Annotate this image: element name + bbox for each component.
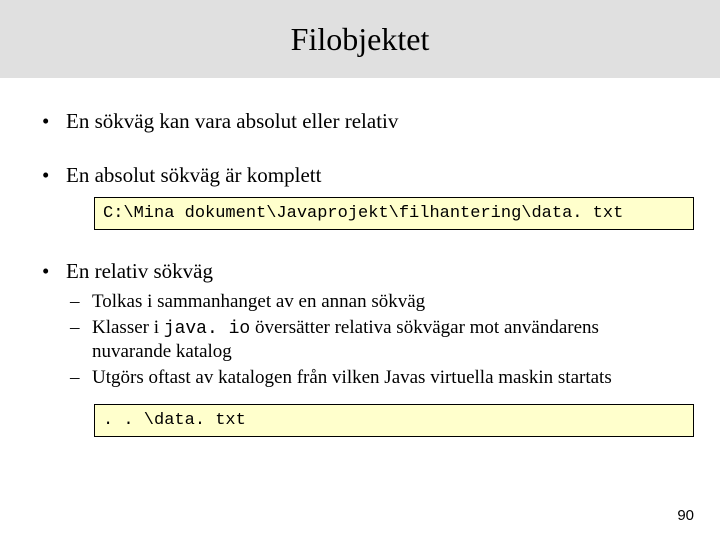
sub-text-3: Utgörs oftast av katalogen från vilken J…: [92, 367, 612, 388]
sub-bullet-list: Tolkas i sammanhanget av en annan sökväg…: [66, 290, 682, 390]
sub-item-1: Tolkas i sammanhanget av en annan sökväg: [66, 290, 682, 314]
bullet-list: En sökväg kan vara absolut eller relativ…: [38, 108, 682, 437]
title-band: Filobjektet: [0, 0, 720, 78]
sub-item-2: Klasser i java. io översätter relativa s…: [66, 316, 682, 364]
bullet-text-2: En absolut sökväg är komplett: [66, 163, 321, 187]
bullet-item-2: En absolut sökväg är komplett C:\Mina do…: [38, 162, 682, 230]
slide-content: En sökväg kan vara absolut eller relativ…: [0, 78, 720, 437]
bullet-text-1: En sökväg kan vara absolut eller relativ: [66, 109, 398, 133]
sub-text-2a: Klasser i: [92, 317, 164, 338]
sub-item-3: Utgörs oftast av katalogen från vilken J…: [66, 366, 682, 390]
sub-text-1: Tolkas i sammanhanget av en annan sökväg: [92, 291, 425, 312]
bullet-item-3: En relativ sökväg Tolkas i sammanhanget …: [38, 258, 682, 437]
slide-title: Filobjektet: [291, 21, 430, 58]
bullet-item-1: En sökväg kan vara absolut eller relativ: [38, 108, 682, 134]
code-box-absolute: C:\Mina dokument\Javaprojekt\filhanterin…: [94, 197, 694, 230]
bullet-text-3: En relativ sökväg: [66, 259, 213, 283]
code-box-relative: . . \data. txt: [94, 404, 694, 437]
inline-code-javaio: java. io: [164, 319, 250, 339]
page-number: 90: [677, 507, 694, 524]
